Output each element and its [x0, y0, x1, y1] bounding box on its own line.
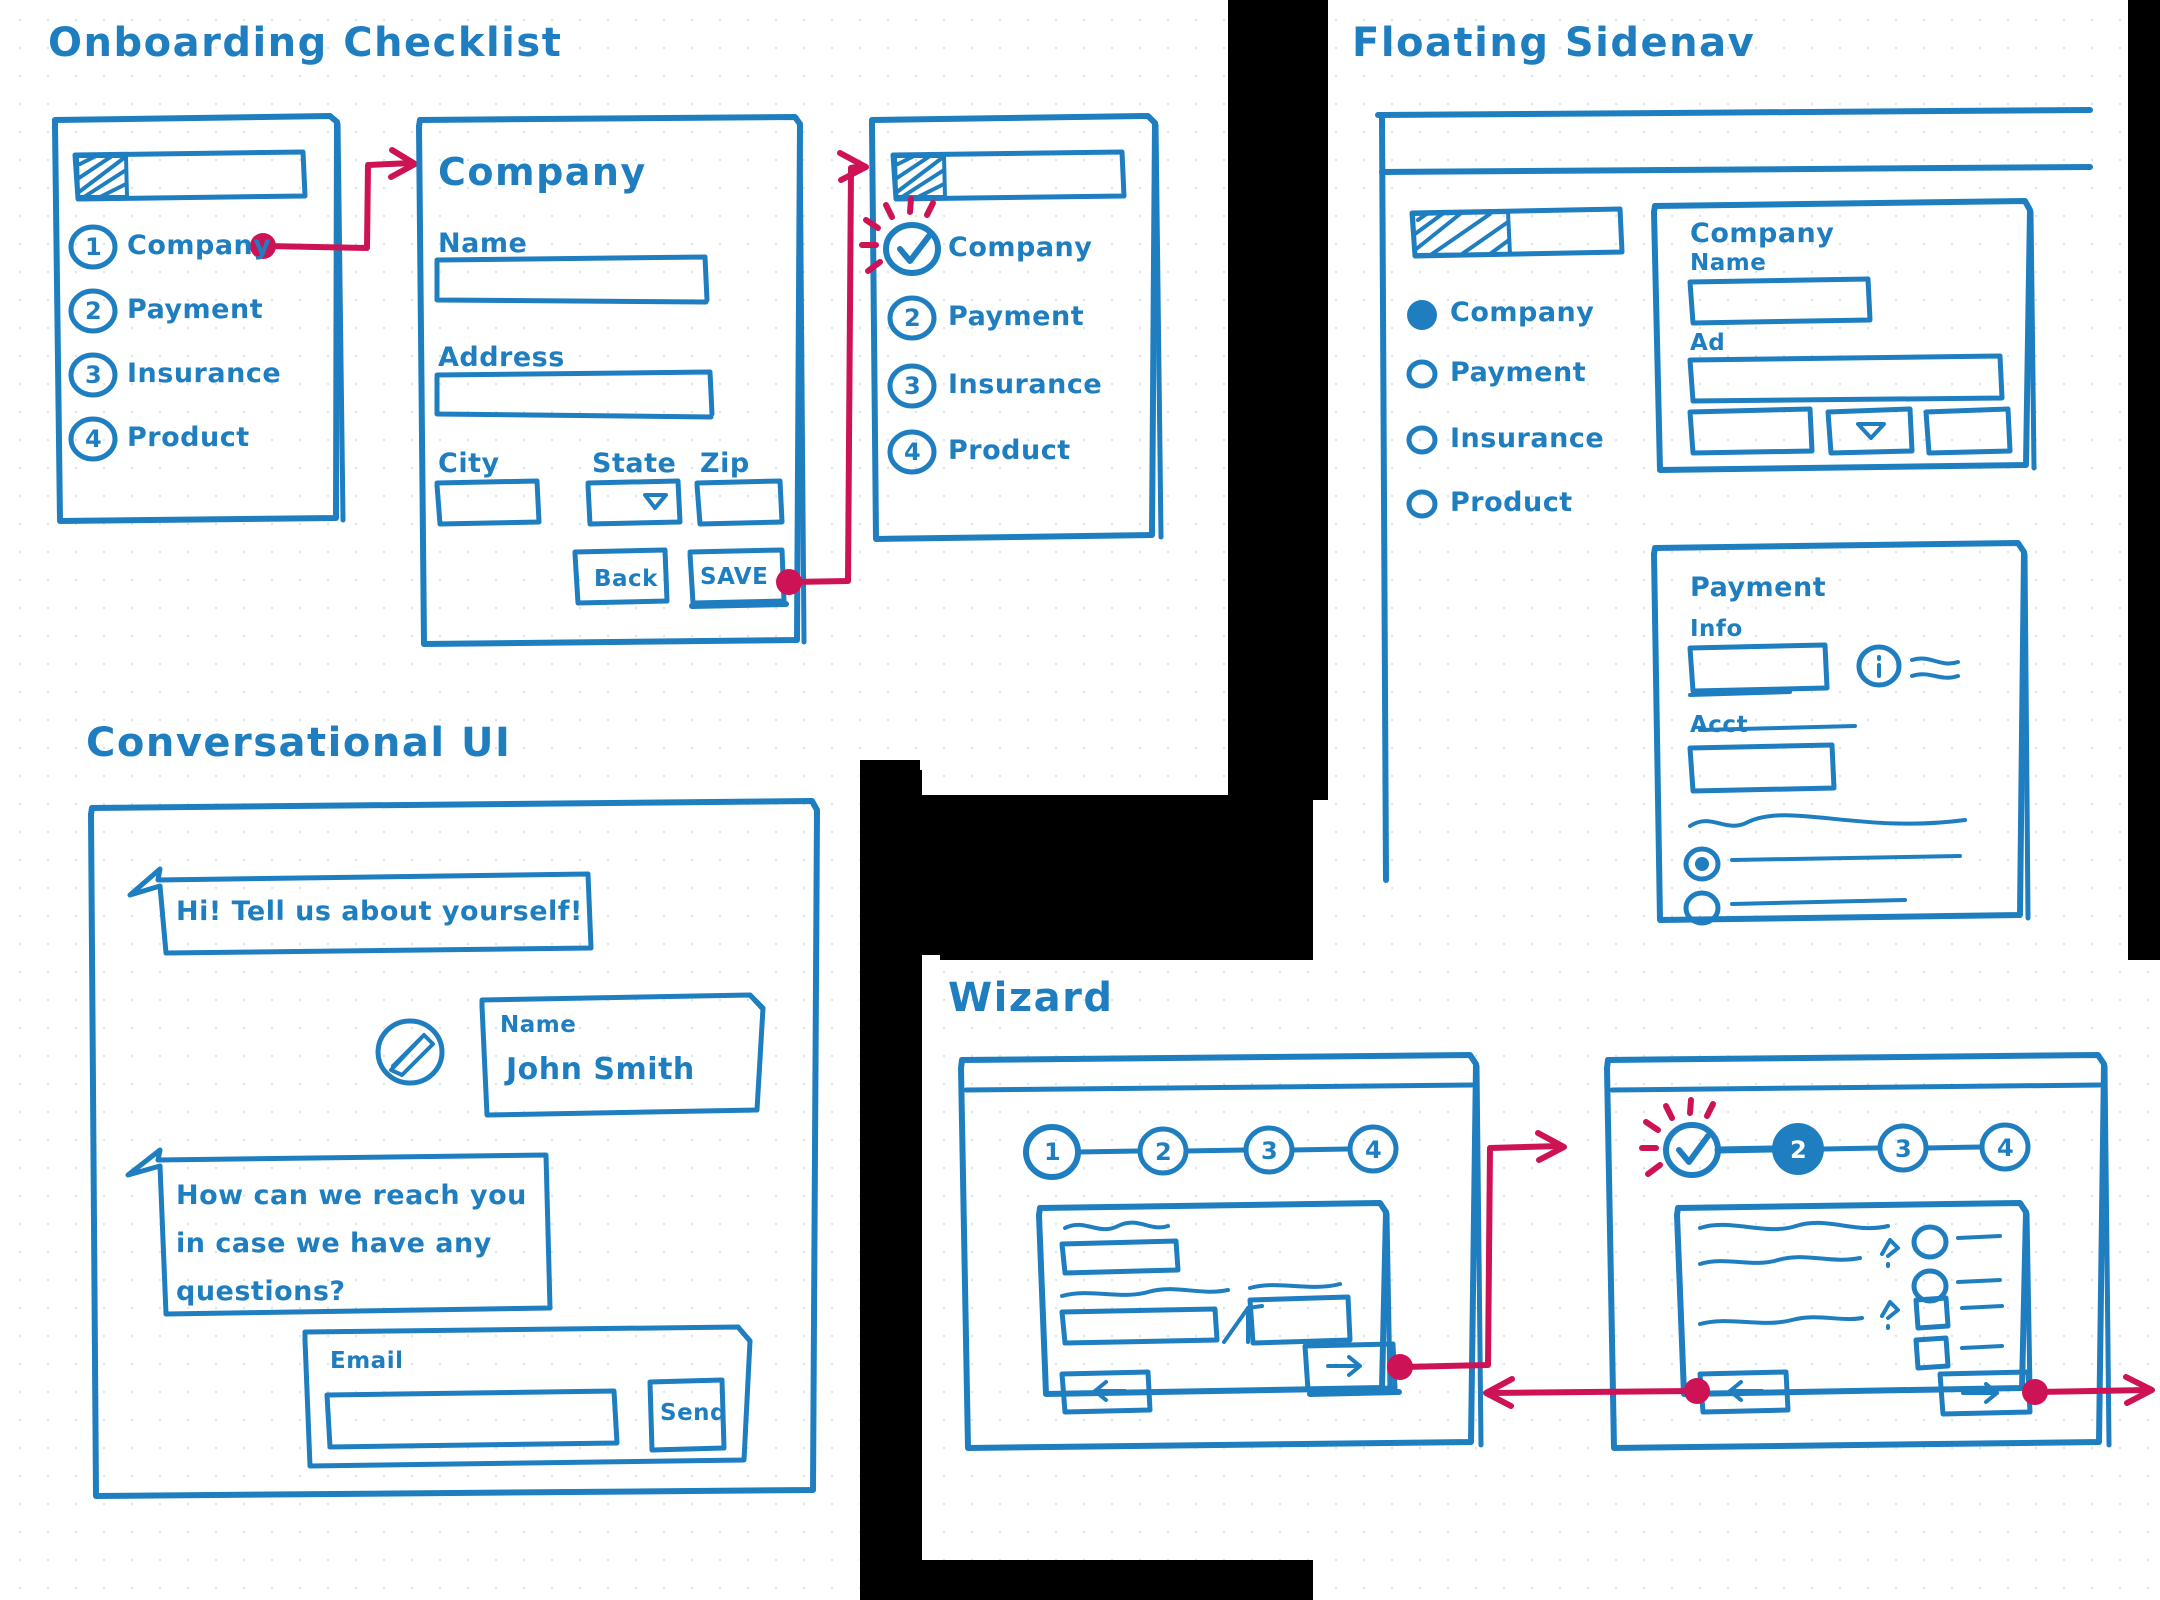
wizard1-step-3[interactable]: 3: [1261, 1137, 1278, 1165]
company-form-heading: Company: [438, 150, 647, 194]
step-number-3: 3: [85, 361, 103, 389]
checklist-item-company[interactable]: Company: [127, 230, 271, 261]
wizard-content-card-2: [1674, 1200, 2033, 1397]
step-number-4: 4: [85, 425, 103, 453]
bot-message-1: Hi! Tell us about yourself!: [176, 896, 583, 927]
sidenav-progress-bar: [1409, 206, 1625, 259]
section-title-onboarding-checklist: Onboarding Checklist: [48, 20, 563, 66]
wizard2-step-2[interactable]: 2: [1790, 1136, 1807, 1164]
user-field-label-email: Email: [330, 1348, 404, 1374]
sidenav-card-heading-payment: Payment: [1690, 572, 1827, 603]
checklist-done-item-product[interactable]: Product: [948, 435, 1071, 466]
save-button-label[interactable]: SAVE: [700, 564, 768, 590]
flow-arrow-step-to-form: [250, 147, 418, 259]
done-step-number-4: 4: [904, 438, 922, 466]
radio-selected[interactable]: [1683, 846, 1962, 882]
bot-message-2: How can we reach you in case we have any…: [176, 1180, 527, 1307]
progress-bar: [890, 149, 1127, 202]
sidenav-payment-field-acct: Acct: [1690, 712, 1749, 738]
email-input[interactable]: [324, 1388, 620, 1450]
sidenav-item-company[interactable]: Company: [1450, 297, 1594, 328]
info-icon[interactable]: [1856, 644, 1902, 688]
wizard-stepper-1[interactable]: [1023, 1124, 1399, 1180]
step-number-2: 2: [85, 297, 103, 325]
flow-arrow-wizard-next-2: [2022, 1374, 2155, 1406]
section-title-floating-sidenav: Floating Sidenav: [1352, 20, 1756, 66]
field-label-address: Address: [438, 342, 565, 373]
edit-pencil-icon[interactable]: [375, 1018, 445, 1086]
send-button-label[interactable]: Send: [660, 1400, 727, 1426]
wizard1-step-4[interactable]: 4: [1365, 1136, 1382, 1164]
field-label-name: Name: [438, 228, 528, 259]
wizard1-step-1[interactable]: 1: [1044, 1138, 1061, 1166]
checklist-item-payment[interactable]: Payment: [127, 294, 263, 325]
sidenav-payment-field-info: Info: [1690, 616, 1743, 642]
wizard-step1-screen[interactable]: [958, 1052, 1484, 1451]
field-label-city: City: [438, 448, 500, 479]
checklist-item-product[interactable]: Product: [127, 422, 250, 453]
sidenav-item-insurance[interactable]: Insurance: [1450, 423, 1604, 454]
sidenav-item-product[interactable]: Product: [1450, 487, 1573, 518]
step-number-1: 1: [85, 233, 103, 261]
flow-arrow-save-to-complete: [776, 150, 869, 595]
wizard-stepper-2[interactable]: [1639, 1097, 2031, 1178]
progress-bar: [72, 149, 308, 202]
checklist-done-item-insurance[interactable]: Insurance: [948, 369, 1102, 400]
sidenav-bullets[interactable]: [1406, 300, 1438, 519]
checklist-item-insurance[interactable]: Insurance: [127, 358, 281, 389]
checklist-done-item-company[interactable]: Company: [948, 232, 1092, 263]
done-step-number-2: 2: [904, 304, 922, 332]
sidenav-item-payment[interactable]: Payment: [1450, 357, 1586, 388]
wizard-buttons-1[interactable]: [1059, 1341, 1402, 1415]
flow-arrow-wizard-back: [1483, 1376, 1710, 1409]
back-button-label[interactable]: Back: [594, 566, 658, 592]
done-step-number-3: 3: [904, 372, 922, 400]
checklist-done-item-payment[interactable]: Payment: [948, 301, 1084, 332]
field-label-zip: Zip: [700, 448, 750, 479]
wizard2-step-4[interactable]: 4: [1997, 1134, 2014, 1162]
field-label-state: State: [592, 448, 677, 479]
wizard2-step-3[interactable]: 3: [1895, 1135, 1912, 1163]
section-title-wizard: Wizard: [948, 975, 1114, 1021]
user-field-label-name: Name: [500, 1012, 577, 1038]
wizard1-step-2[interactable]: 2: [1155, 1138, 1172, 1166]
sidenav-card-field-ad: Ad: [1690, 330, 1726, 356]
section-title-conversational-ui: Conversational UI: [86, 720, 512, 766]
sidenav-card-field-name: Name: [1690, 250, 1767, 276]
sidenav-card-heading-company: Company: [1690, 218, 1835, 249]
user-value-name[interactable]: John Smith: [506, 1052, 695, 1087]
